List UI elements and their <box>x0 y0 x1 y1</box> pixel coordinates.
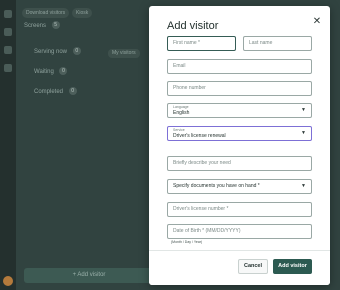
email-field[interactable]: Email <box>167 59 312 74</box>
kiosk-chip[interactable]: Kiosk <box>72 8 93 18</box>
phone-placeholder: Phone number <box>173 85 206 91</box>
my-visitors-tag[interactable]: My visitors <box>108 49 140 58</box>
queue-count: 0 <box>72 47 81 56</box>
sidebar-icon[interactable] <box>4 28 12 36</box>
chevron-down-icon: ▼ <box>301 130 306 136</box>
add-visitor-modal: Add visitor ✕ First name * Last name Ema… <box>149 6 330 285</box>
language-value: English <box>173 110 190 116</box>
modal-title: Add visitor <box>167 20 219 32</box>
queue-count: 0 <box>68 87 77 96</box>
add-visitor-background-button[interactable]: + Add visitor <box>24 268 154 283</box>
sidebar-icon[interactable] <box>4 46 12 54</box>
language-select[interactable]: Language English ▼ <box>167 103 312 118</box>
queue-serving-now[interactable]: Serving now 0 <box>34 46 81 58</box>
add-visitor-button[interactable]: Add visitor <box>273 259 312 274</box>
dob-hint: (Month / Day / Year) <box>171 240 203 244</box>
service-select[interactable]: Service Driver's license renewal ▼ <box>167 126 312 141</box>
chevron-down-icon: ▼ <box>301 183 306 189</box>
queue-label: Completed <box>34 89 64 95</box>
describe-placeholder: Briefly describe your need <box>173 160 231 166</box>
cancel-button[interactable]: Cancel <box>238 259 268 274</box>
first-name-placeholder: First name * <box>173 40 200 46</box>
screens-label: Screens <box>24 23 47 29</box>
service-value: Driver's license renewal <box>173 133 226 139</box>
sidebar-icon[interactable] <box>4 10 12 18</box>
close-icon[interactable]: ✕ <box>312 17 322 27</box>
queue-count: 0 <box>59 67 68 76</box>
sidebar <box>0 0 16 290</box>
queue-completed[interactable]: Completed 0 <box>34 86 77 98</box>
describe-need-field[interactable]: Briefly describe your need <box>167 156 312 171</box>
modal-footer: Cancel Add visitor <box>149 250 330 285</box>
documents-value: Specify documents you have on hand * <box>173 183 260 189</box>
first-name-field[interactable]: First name * <box>167 36 236 51</box>
last-name-field[interactable]: Last name <box>243 36 312 51</box>
phone-field[interactable]: Phone number <box>167 81 312 96</box>
service-label: Service <box>173 128 185 132</box>
chevron-down-icon: ▼ <box>301 107 306 113</box>
last-name-placeholder: Last name <box>249 40 273 46</box>
download-visitors-chip[interactable]: Download visitors <box>22 8 70 18</box>
license-number-field[interactable]: Driver's license number * <box>167 202 312 217</box>
queue-label: Waiting <box>34 69 54 75</box>
screens-count: 5 <box>51 21 60 30</box>
avatar[interactable] <box>3 276 13 286</box>
queue-waiting[interactable]: Waiting 0 <box>34 66 68 78</box>
documents-select[interactable]: Specify documents you have on hand * ▼ <box>167 179 312 194</box>
sidebar-icon[interactable] <box>4 64 12 72</box>
date-of-birth-field[interactable]: Date of Birth * (MM/DD/YYYY) <box>167 224 312 239</box>
screens-row[interactable]: Screens 5 <box>24 20 60 32</box>
dob-placeholder: Date of Birth * (MM/DD/YYYY) <box>173 228 241 234</box>
email-placeholder: Email <box>173 63 186 69</box>
queue-label: Serving now <box>34 49 68 55</box>
license-placeholder: Driver's license number * <box>173 206 229 212</box>
language-label: Language <box>173 105 189 109</box>
